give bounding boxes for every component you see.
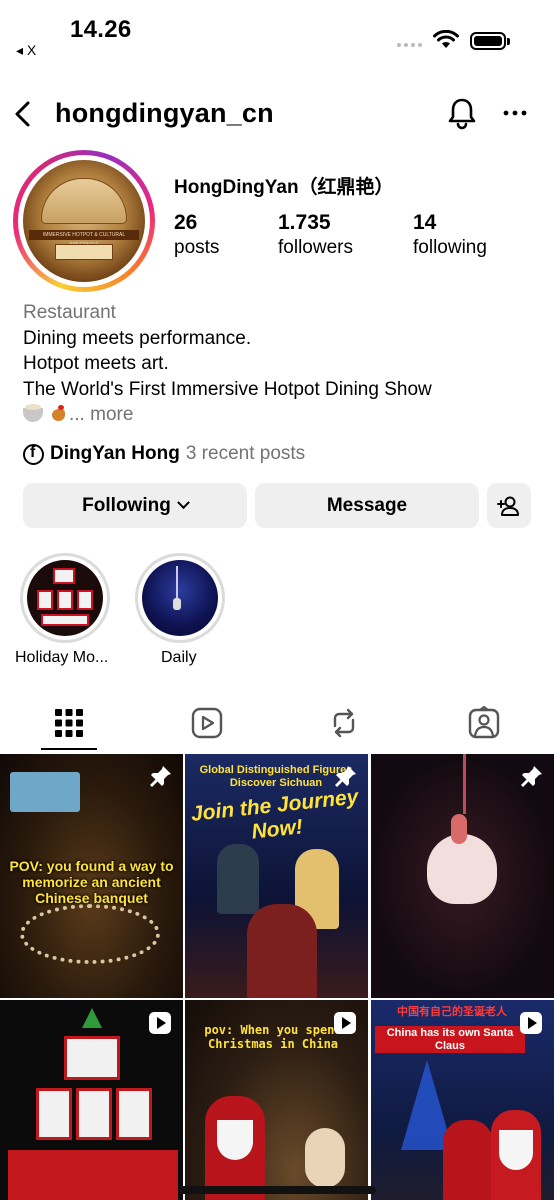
- pin-icon: [521, 766, 542, 787]
- profile-header: hongdingyan_cn: [0, 92, 554, 138]
- hotpot-bowl-emoji-icon: [23, 404, 43, 422]
- highlight-label: Daily: [161, 649, 197, 666]
- cellular-signal-icon: [397, 43, 422, 47]
- following-button-label: Following: [82, 494, 171, 516]
- profile-username: hongdingyan_cn: [55, 98, 274, 128]
- profile-tabs: [0, 700, 554, 752]
- bio-category: Restaurant: [23, 302, 116, 323]
- followers-label: followers: [278, 237, 353, 258]
- notification-bell-icon[interactable]: [445, 96, 479, 130]
- following-button[interactable]: Following: [23, 483, 247, 528]
- facebook-name: DingYan Hong: [50, 443, 180, 464]
- following-label: following: [413, 237, 487, 258]
- grid-icon[interactable]: [52, 706, 86, 740]
- add-person-icon: [497, 496, 519, 516]
- reel-icon: [334, 1012, 356, 1034]
- post-caption: pov: When you spend Christmas in China: [204, 1023, 342, 1051]
- bio-more-link[interactable]: ... more: [69, 404, 133, 425]
- bio-line: Hotpot meets art.: [23, 353, 169, 374]
- active-tab-indicator: [41, 748, 97, 750]
- bio-line: Dining meets performance.: [23, 327, 252, 349]
- message-button-label: Message: [326, 494, 408, 516]
- reposts-icon[interactable]: [327, 706, 361, 740]
- pin-icon: [335, 766, 356, 787]
- avatar-tagline: IMMERSIVE HOTPOT & CULTURAL SPECTACLE: [29, 230, 139, 248]
- post-tile[interactable]: pov: When you spend Christmas in China: [185, 1000, 368, 1200]
- status-time: 14.26: [70, 16, 132, 43]
- followers-count: 1.735: [278, 211, 331, 234]
- bio-emoji-line: ... more: [23, 402, 432, 428]
- post-caption-top: 中国有自己的圣诞老人: [397, 1005, 507, 1018]
- tagged-icon[interactable]: [467, 706, 501, 740]
- reel-icon: [149, 1012, 171, 1034]
- post-tile[interactable]: [371, 754, 554, 998]
- highlight-daily[interactable]: Daily: [135, 553, 225, 666]
- back-to-app-link[interactable]: ◂ X: [16, 42, 36, 59]
- avatar-story-ring[interactable]: IMMERSIVE HOTPOT & CULTURAL SPECTACLE: [13, 150, 155, 292]
- chevron-down-icon: [176, 496, 190, 510]
- posts-label: posts: [174, 237, 220, 258]
- wifi-icon: [433, 30, 459, 48]
- facebook-link[interactable]: DingYan Hong 3 recent posts: [23, 443, 305, 465]
- bio: Restaurant Dining meets performance. Hot…: [23, 300, 432, 428]
- post-caption: POV: you found a way to memorize an anci…: [9, 858, 174, 907]
- following-count: 14: [413, 211, 437, 234]
- highlight-cover-image: [27, 560, 103, 636]
- post-tile[interactable]: Global Distinguished Figures Discover Si…: [185, 754, 368, 998]
- battery-icon: [470, 32, 510, 50]
- fan-logo-image: [41, 178, 127, 224]
- back-arrow-icon[interactable]: [8, 98, 40, 130]
- more-options-icon[interactable]: [500, 98, 530, 128]
- followers-stat[interactable]: 1.735 followers: [278, 211, 353, 259]
- suggest-people-button[interactable]: [487, 483, 531, 528]
- following-stat[interactable]: 14 following: [413, 211, 487, 259]
- post-tile[interactable]: 中国有自己的圣诞老人 China has its own Santa Claus: [371, 1000, 554, 1200]
- highlight-label: Holiday Mo...: [15, 649, 109, 666]
- post-tile[interactable]: POV: you found a way to memorize an anci…: [0, 754, 183, 998]
- posts-stat[interactable]: 26 posts: [174, 211, 219, 259]
- facebook-post-count: 3 recent posts: [185, 443, 306, 464]
- highlight-holiday[interactable]: Holiday Mo...: [15, 553, 110, 666]
- post-tile[interactable]: [0, 1000, 183, 1200]
- post-caption-main: China has its own Santa Claus: [375, 1026, 525, 1054]
- home-indicator[interactable]: [178, 1186, 376, 1194]
- facebook-icon: [23, 443, 44, 465]
- posts-count: 26: [174, 211, 198, 234]
- highlight-cover-image: [142, 560, 218, 636]
- post-caption-main: Join the Journey Now!: [189, 785, 360, 844]
- message-button[interactable]: Message: [255, 483, 479, 528]
- pin-icon: [150, 766, 171, 787]
- reels-icon[interactable]: [190, 706, 224, 740]
- avatar: IMMERSIVE HOTPOT & CULTURAL SPECTACLE: [23, 160, 145, 282]
- display-name: HongDingYan（红鼎艳）: [174, 177, 394, 198]
- rooster-emoji-icon: [49, 404, 69, 424]
- reel-icon: [520, 1012, 542, 1034]
- status-bar: 14.26 ◂ X: [0, 0, 554, 70]
- bio-line: The World's First Immersive Hotpot Dinin…: [23, 378, 432, 400]
